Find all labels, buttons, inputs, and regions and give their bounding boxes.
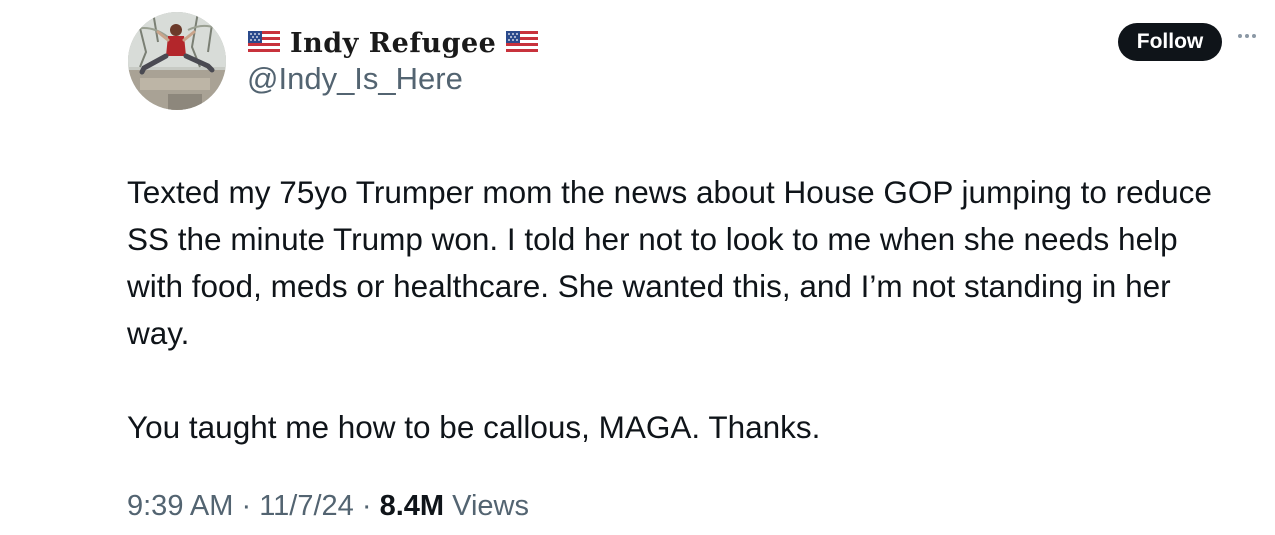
author-name-row[interactable]: Indy Refugee xyxy=(248,26,539,60)
separator: · xyxy=(241,490,252,522)
separator: · xyxy=(361,490,372,522)
tweet-paragraph: You taught me how to be callous, MAGA. T… xyxy=(127,409,821,445)
views-label: Views xyxy=(452,490,529,522)
avatar[interactable] xyxy=(128,12,226,110)
tweet-date[interactable]: 11/7/24 xyxy=(259,490,354,522)
dot xyxy=(1252,34,1256,38)
us-flag-icon xyxy=(506,31,539,55)
user-handle[interactable]: @Indy_Is_Here xyxy=(247,61,463,97)
more-dots-icon[interactable] xyxy=(1238,34,1256,38)
dot xyxy=(1245,34,1249,38)
avatar-photo xyxy=(128,12,226,110)
views-count: 8.4M xyxy=(379,490,445,522)
tweet-text: Texted my 75yo Trumper mom the news abou… xyxy=(127,169,1217,451)
display-name[interactable]: Indy Refugee xyxy=(290,28,496,59)
dot xyxy=(1238,34,1242,38)
tweet-time[interactable]: 9:39 AM xyxy=(127,490,233,522)
us-flag-icon xyxy=(248,31,280,55)
follow-button[interactable]: Follow xyxy=(1118,23,1222,61)
tweet-paragraph: Texted my 75yo Trumper mom the news abou… xyxy=(127,174,1221,351)
tweet-meta: 9:39 AM · 11/7/24 · 8.4M Views xyxy=(127,490,529,523)
